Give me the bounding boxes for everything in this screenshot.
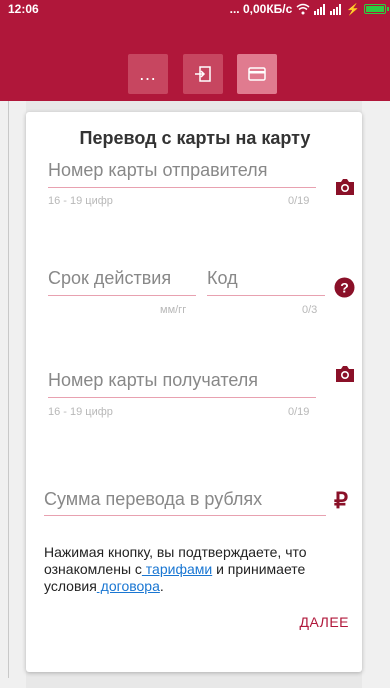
- more-button[interactable]: …: [128, 54, 168, 94]
- camera-icon[interactable]: [334, 177, 356, 197]
- code-counter: 0/3: [302, 304, 318, 316]
- login-icon: [195, 66, 211, 82]
- recipient-card-hint: 16 - 19 цифр: [48, 406, 113, 418]
- tariffs-link[interactable]: тарифами: [142, 561, 212, 577]
- background-divider: [8, 101, 9, 678]
- expiry-underline: [48, 295, 196, 296]
- amount-underline: [44, 515, 326, 516]
- contract-link[interactable]: договора: [97, 578, 160, 594]
- app-toolbar: …: [0, 18, 390, 101]
- code-underline: [207, 295, 325, 296]
- recipient-card-counter: 0/19: [288, 406, 310, 418]
- amount-input[interactable]: Сумма перевода в рублях: [44, 489, 262, 510]
- status-right: ... 0,00КБ/с ⚡: [230, 2, 360, 16]
- expiry-hint: мм/гг: [160, 304, 187, 316]
- more-icon: …: [138, 63, 158, 84]
- page-title: Перевод с карты на карту: [79, 128, 311, 148]
- card-transfer-button[interactable]: [237, 54, 277, 94]
- status-bar: 12:06 ... 0,00КБ/с ⚡: [0, 0, 390, 18]
- legal-text: Нажимая кнопку, вы подтверждаете, что оз…: [44, 544, 354, 595]
- help-icon[interactable]: ?: [334, 277, 355, 298]
- sender-card-counter: 0/19: [288, 195, 310, 207]
- next-button[interactable]: ДАЛЕЕ: [300, 614, 350, 630]
- recipient-card-underline: [48, 397, 316, 398]
- camera-icon[interactable]: [334, 364, 356, 384]
- battery-icon: [364, 4, 389, 14]
- background-right: [362, 101, 390, 688]
- legal-text-part3: .: [159, 578, 164, 594]
- login-button[interactable]: [183, 54, 223, 94]
- charging-icon: ⚡: [346, 3, 360, 16]
- code-input[interactable]: Код: [207, 268, 238, 289]
- signal-icon: [330, 4, 342, 15]
- background-left: [0, 101, 26, 688]
- net-speed: ... 0,00КБ/с: [229, 2, 293, 16]
- svg-text:?: ?: [340, 280, 349, 296]
- ruble-icon: ₽: [334, 488, 348, 513]
- wifi-icon: [296, 3, 310, 15]
- signal-icon: [314, 4, 326, 15]
- sender-card-input[interactable]: Номер карты отправителя: [48, 160, 267, 181]
- card-icon: [248, 67, 266, 81]
- status-time: 12:06: [8, 2, 39, 16]
- sender-card-underline: [48, 187, 316, 188]
- expiry-input[interactable]: Срок действия: [48, 268, 171, 289]
- recipient-card-input[interactable]: Номер карты получателя: [48, 370, 258, 391]
- sender-card-hint: 16 - 19 цифр: [48, 195, 113, 207]
